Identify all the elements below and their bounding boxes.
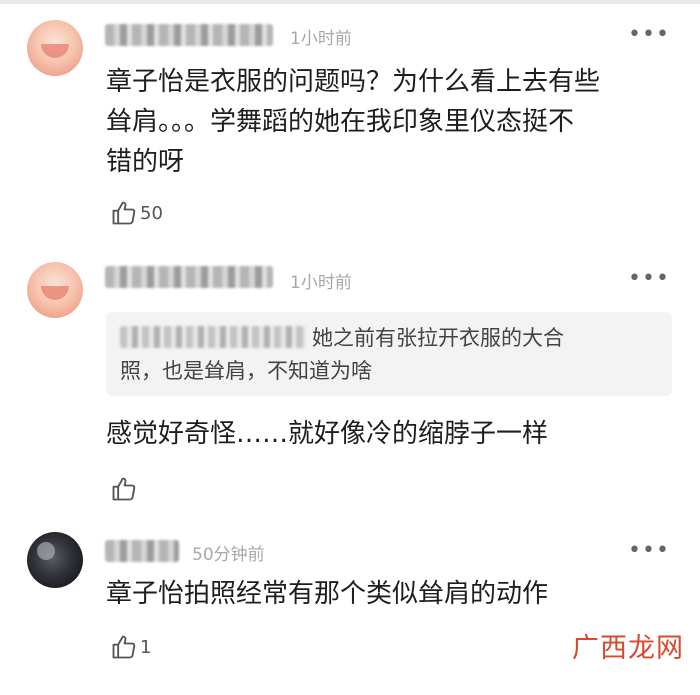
- like-button[interactable]: 1: [110, 632, 151, 662]
- thumbs-up-icon: [112, 635, 136, 659]
- like-count: 1: [140, 636, 152, 658]
- more-options-icon[interactable]: •••: [628, 540, 670, 562]
- comment-text: 章子怡拍照经常有那个类似耸肩的动作: [106, 579, 549, 609]
- comment-item: 50分钟前 ••• 章子怡拍照经常有那个类似耸肩的动作 1: [0, 0, 700, 695]
- username-blurred[interactable]: [105, 540, 179, 562]
- watermark: 广西龙网: [572, 633, 684, 664]
- avatar[interactable]: [27, 532, 83, 588]
- comment-time: 50分钟前: [192, 545, 265, 565]
